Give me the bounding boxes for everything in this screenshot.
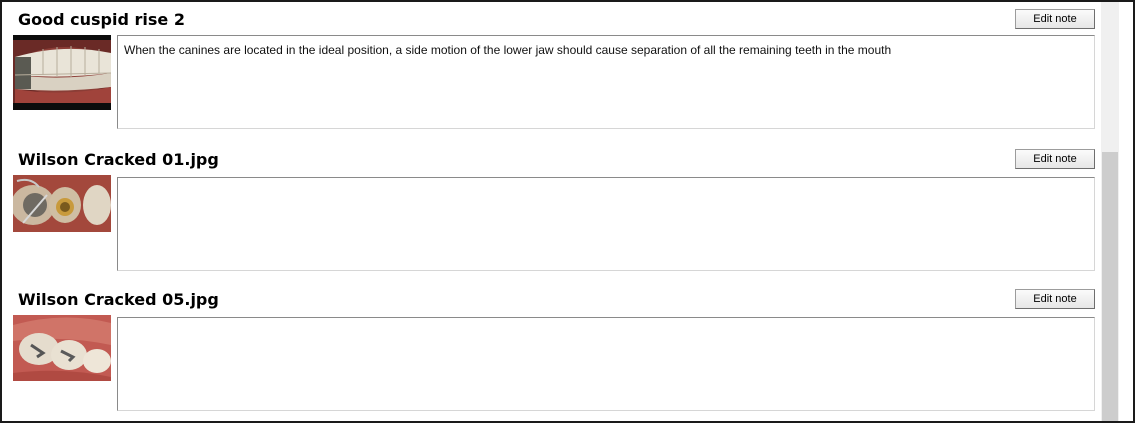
notes-panel: Good cuspid rise 2 Edit note When the ca… [0, 0, 1135, 423]
right-margin [1119, 2, 1133, 421]
edit-note-button[interactable]: Edit note [1015, 149, 1095, 169]
vertical-scrollbar[interactable] [1101, 2, 1119, 421]
note-entry: Wilson Cracked 01.jpg Edit note [2, 149, 1099, 290]
edit-note-button[interactable]: Edit note [1015, 9, 1095, 29]
scrollbar-thumb[interactable] [1102, 152, 1118, 421]
note-text-area[interactable] [117, 317, 1095, 411]
amalgam-fillings-thumbnail[interactable] [13, 315, 111, 381]
entry-title: Wilson Cracked 01.jpg [18, 150, 219, 169]
teeth-smile-thumbnail[interactable] [13, 35, 111, 110]
note-entry: Wilson Cracked 05.jpg Edit note [2, 289, 1099, 421]
entry-title: Good cuspid rise 2 [18, 10, 185, 29]
entry-title: Wilson Cracked 05.jpg [18, 290, 219, 309]
cracked-molar-thumbnail[interactable] [13, 175, 111, 232]
note-text-area[interactable]: When the canines are located in the idea… [117, 35, 1095, 129]
note-text-area[interactable] [117, 177, 1095, 271]
note-entry: Good cuspid rise 2 Edit note When the ca… [2, 9, 1099, 150]
edit-note-button[interactable]: Edit note [1015, 289, 1095, 309]
